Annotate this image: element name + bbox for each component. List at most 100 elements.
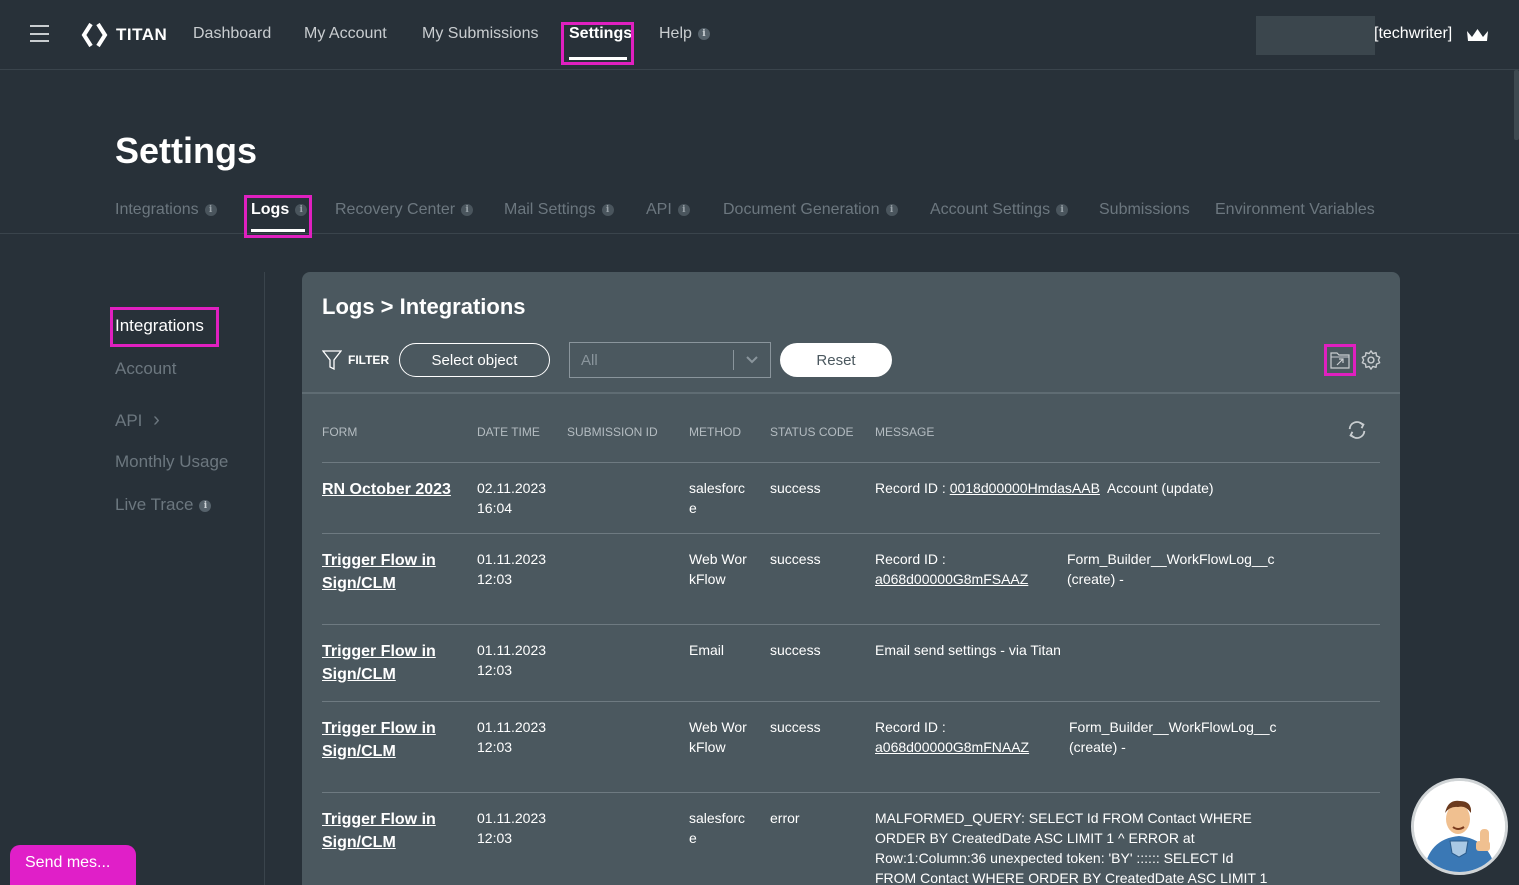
row-message: MALFORMED_QUERY: SELECT Id FROM Contact … [875,810,1268,885]
tab-label: Integrations [115,201,199,218]
info-icon: i [204,203,217,216]
settings-tabs: Integrations i Logs i Recovery Center i Mai… [0,196,1519,234]
row-method: Email [689,642,725,658]
row-message: Record ID : 0018d00000HmdasAAB Account (… [875,478,1375,498]
row-status: success [770,719,821,735]
form-link[interactable]: Trigger Flow in Sign/CLM [322,549,457,595]
row-status: success [770,551,821,567]
page-title: Settings [115,130,258,171]
table-header-divider [322,462,1380,463]
info-icon: i [677,203,690,216]
side-item-api[interactable]: API › [115,409,160,432]
row-status: success [770,642,821,658]
message-prefix: Record ID : [875,480,950,496]
reset-button[interactable]: Reset [780,343,892,377]
panel-divider [302,392,1400,394]
info-icon: i [1056,203,1069,216]
panel-title: Logs > Integrations [322,294,526,319]
nav-help[interactable]: Help i [659,25,710,43]
gear-icon[interactable] [1360,349,1382,371]
column-header-submission-id[interactable]: SUBMISSION ID [567,425,658,439]
send-message-button[interactable]: Send mes... [10,845,136,885]
user-avatar-placeholder[interactable] [1256,16,1375,55]
form-link[interactable]: Trigger Flow in Sign/CLM [322,717,457,763]
hamburger-menu-icon[interactable] [30,25,49,42]
select-object-button[interactable]: Select object [399,343,550,377]
side-item-live-trace[interactable]: Live Trace i [115,495,212,515]
info-icon: i [461,203,474,216]
column-header-date-time[interactable]: DATE TIME [477,425,540,439]
row-divider [322,624,1380,625]
row-datetime: 02.11.2023 16:04 [477,480,547,516]
row-datetime: 01.11.2023 12:03 [477,719,547,755]
row-message: Email send settings - via Titan [875,642,1061,658]
chevron-down-icon [734,353,770,367]
row-divider [322,701,1380,702]
user-name[interactable]: [techwriter] [1374,25,1452,43]
tab-environment-variables[interactable]: Environment Variables [1215,201,1375,219]
tab-integrations[interactable]: Integrations i [115,201,217,219]
column-header-form[interactable]: FORM [322,425,357,439]
record-id-link[interactable]: a068d00000G8mFNAAZ [875,739,1029,755]
page-scrollbar[interactable] [1514,70,1519,140]
row-message-record: Record ID : a068d00000G8mFNAAZ [875,717,1055,757]
row-status: error [770,810,800,826]
export-folder-button[interactable] [1324,344,1356,376]
assistant-mascot-avatar[interactable] [1411,778,1508,875]
message-suffix: Form_Builder__WorkFlowLog__c (create) - [1069,719,1277,755]
superhero-mascot-icon [1414,781,1505,872]
form-link[interactable]: Trigger Flow in Sign/CLM [322,640,457,686]
refresh-icon[interactable] [1346,419,1368,441]
tab-active-underline [251,229,305,232]
titan-logo[interactable]: TITAN [81,22,167,48]
record-id-link[interactable]: a068d00000G8mFSAAZ [875,571,1028,587]
nav-my-submissions[interactable]: My Submissions [422,25,538,43]
nav-dashboard[interactable]: Dashboard [193,25,271,43]
row-method: Web WorkFlow [689,551,747,587]
tab-label: Account Settings [930,201,1051,218]
crown-icon [1467,29,1488,41]
side-item-label: API [115,411,143,430]
form-link[interactable]: RN October 2023 [322,478,457,501]
dropdown-value: All [581,351,598,369]
logs-panel: Logs > Integrations FILTER Select object… [302,272,1400,885]
message-suffix: Account (update) [1106,480,1214,496]
row-divider [322,533,1380,534]
message-suffix: Form_Builder__WorkFlowLog__c (create) - [1067,551,1275,587]
row-datetime: 01.11.2023 12:03 [477,551,547,587]
column-header-status-code[interactable]: STATUS CODE [770,425,854,439]
folder-export-icon [1330,352,1350,369]
row-datetime: 01.11.2023 12:03 [477,642,547,678]
tab-mail-settings[interactable]: Mail Settings i [504,201,614,219]
info-icon: i [199,499,212,512]
column-header-method[interactable]: METHOD [689,425,741,439]
nav-my-account[interactable]: My Account [304,25,387,43]
tab-label: Mail Settings [504,201,596,218]
status-dropdown[interactable]: All [569,342,771,378]
nav-help-label: Help [659,25,692,42]
tab-recovery-center[interactable]: Recovery Center i [335,201,474,219]
row-datetime: 01.11.2023 12:03 [477,810,547,846]
message-prefix: Record ID : [875,551,946,567]
info-icon: i [697,27,710,40]
info-icon: i [601,203,614,216]
form-link[interactable]: Trigger Flow in Sign/CLM [322,808,457,854]
info-icon: i [885,203,898,216]
titan-logo-icon [81,22,108,48]
tab-account-settings[interactable]: Account Settings i [930,201,1069,219]
side-item-monthly-usage[interactable]: Monthly Usage [115,452,228,472]
chevron-right-icon: › [153,409,160,431]
tab-label: API [646,201,672,218]
record-id-link[interactable]: 0018d00000HmdasAAB [950,480,1100,496]
row-method: salesforce [689,810,746,846]
nav-active-underline [569,57,627,60]
tab-submissions[interactable]: Submissions [1099,201,1190,219]
brand-name: TITAN [116,25,168,44]
side-item-account[interactable]: Account [115,359,176,379]
column-header-message[interactable]: MESSAGE [875,425,934,439]
row-status: success [770,480,821,496]
tab-api[interactable]: API i [646,201,690,219]
side-item-label: Live Trace [115,495,194,514]
tab-label: Recovery Center [335,201,456,218]
tab-document-generation[interactable]: Document Generation i [723,201,898,219]
